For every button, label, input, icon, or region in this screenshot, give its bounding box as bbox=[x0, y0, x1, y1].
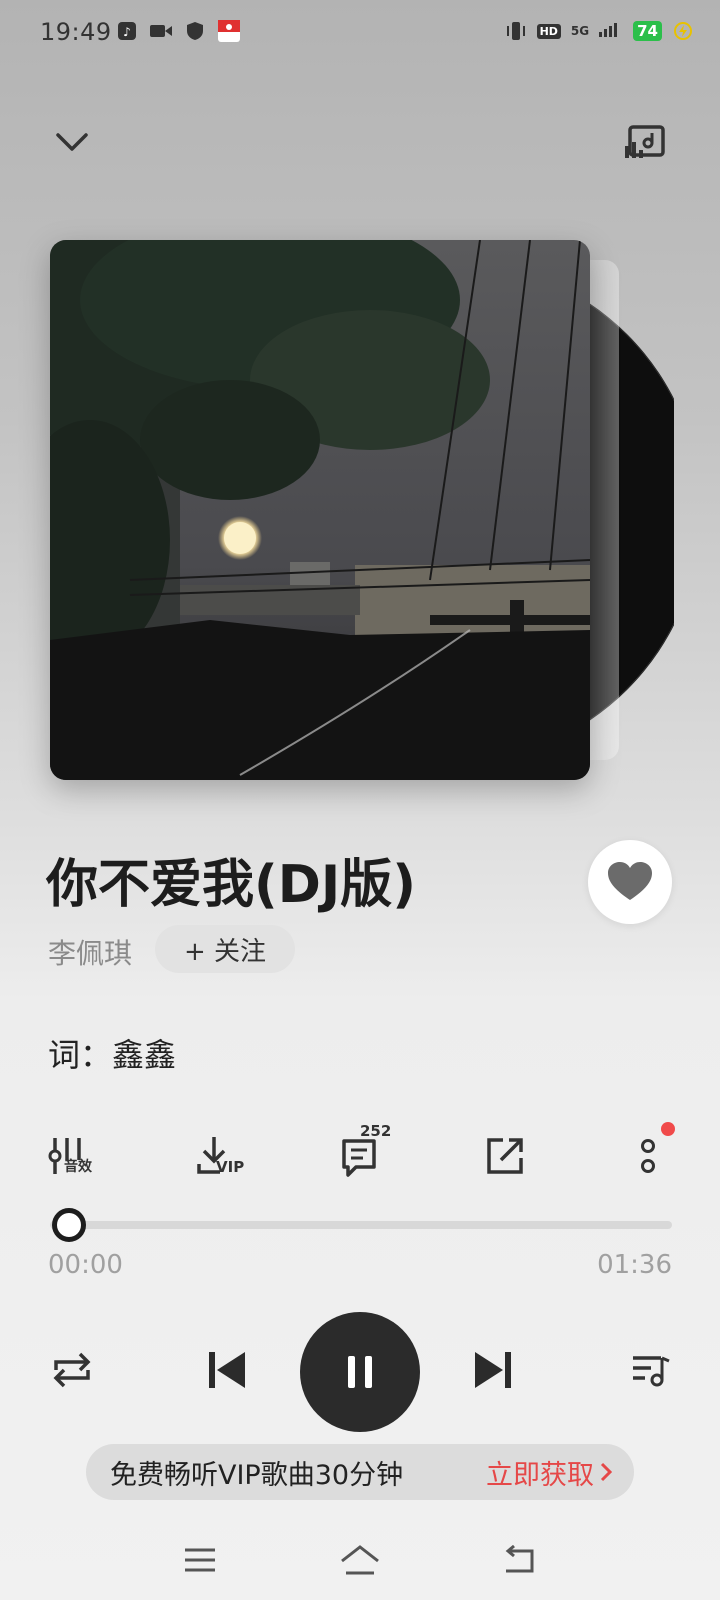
menu-nav-button[interactable] bbox=[175, 1540, 225, 1580]
song-title: 你不爱我(DJ版) bbox=[46, 855, 417, 915]
next-button[interactable] bbox=[458, 1335, 528, 1405]
tiktok-icon: ♪ bbox=[116, 20, 138, 42]
album-cover[interactable] bbox=[50, 240, 590, 780]
charging-icon bbox=[672, 20, 694, 42]
hd-badge: HD bbox=[536, 23, 561, 39]
network-type: 5G bbox=[570, 24, 590, 38]
comment-count: 252 bbox=[360, 1122, 392, 1140]
repeat-icon bbox=[53, 1352, 91, 1388]
home-icon bbox=[341, 1545, 379, 1575]
total-time: 01:36 bbox=[597, 1250, 672, 1280]
next-icon bbox=[475, 1352, 511, 1388]
back-icon bbox=[505, 1545, 534, 1573]
chevron-down-icon[interactable] bbox=[50, 120, 94, 164]
back-nav-button[interactable] bbox=[495, 1540, 545, 1580]
cast-icon[interactable] bbox=[622, 120, 668, 164]
comments-button[interactable]: 252 bbox=[330, 1122, 391, 1186]
follow-button[interactable]: + 关注 bbox=[155, 925, 295, 973]
download-vip-label: VIP bbox=[216, 1158, 245, 1176]
status-time: 19:49 bbox=[40, 18, 112, 46]
playlist-icon bbox=[633, 1356, 670, 1387]
chevron-right-icon bbox=[600, 1462, 612, 1482]
promo-text: 免费畅听VIP歌曲30分钟 bbox=[110, 1459, 404, 1491]
previous-button[interactable] bbox=[192, 1335, 262, 1405]
shield-icon bbox=[184, 20, 206, 42]
heart-icon bbox=[608, 862, 652, 900]
effects-button[interactable]: 音效 bbox=[42, 1126, 102, 1186]
current-time: 00:00 bbox=[48, 1250, 123, 1280]
status-right-icons: HD 5G 74 bbox=[505, 20, 694, 42]
promo-action[interactable]: 立即获取 bbox=[486, 1453, 612, 1492]
artist-name[interactable]: 李佩琪 bbox=[48, 932, 132, 972]
progress-thumb[interactable] bbox=[52, 1208, 86, 1242]
vibrate-icon bbox=[505, 20, 527, 42]
download-button[interactable]: VIP bbox=[186, 1126, 246, 1186]
repeat-button[interactable] bbox=[37, 1335, 107, 1405]
notification-dot bbox=[661, 1122, 675, 1136]
home-nav-button[interactable] bbox=[335, 1540, 385, 1580]
share-button[interactable] bbox=[475, 1126, 535, 1186]
lyricist: 词：鑫鑫 bbox=[48, 1036, 177, 1074]
share-icon bbox=[487, 1138, 523, 1174]
app-icon bbox=[218, 20, 240, 42]
battery-level: 74 bbox=[633, 21, 662, 41]
playlist-button[interactable] bbox=[616, 1335, 686, 1405]
previous-icon bbox=[209, 1352, 245, 1388]
pause-button[interactable] bbox=[300, 1312, 420, 1432]
more-icon bbox=[641, 1139, 655, 1173]
status-left-icons: ♪ bbox=[116, 20, 240, 42]
svg-text:♪: ♪ bbox=[123, 25, 131, 39]
progress-track[interactable] bbox=[50, 1221, 672, 1229]
vip-promo-banner[interactable]: 免费畅听VIP歌曲30分钟 立即获取 bbox=[86, 1444, 634, 1500]
promo-action-label: 立即获取 bbox=[486, 1459, 594, 1491]
menu-icon bbox=[185, 1548, 215, 1572]
effects-label: 音效 bbox=[64, 1159, 92, 1175]
video-icon bbox=[150, 20, 172, 42]
pause-icon bbox=[348, 1356, 372, 1388]
like-button[interactable] bbox=[588, 840, 672, 924]
signal-icon bbox=[599, 20, 623, 42]
